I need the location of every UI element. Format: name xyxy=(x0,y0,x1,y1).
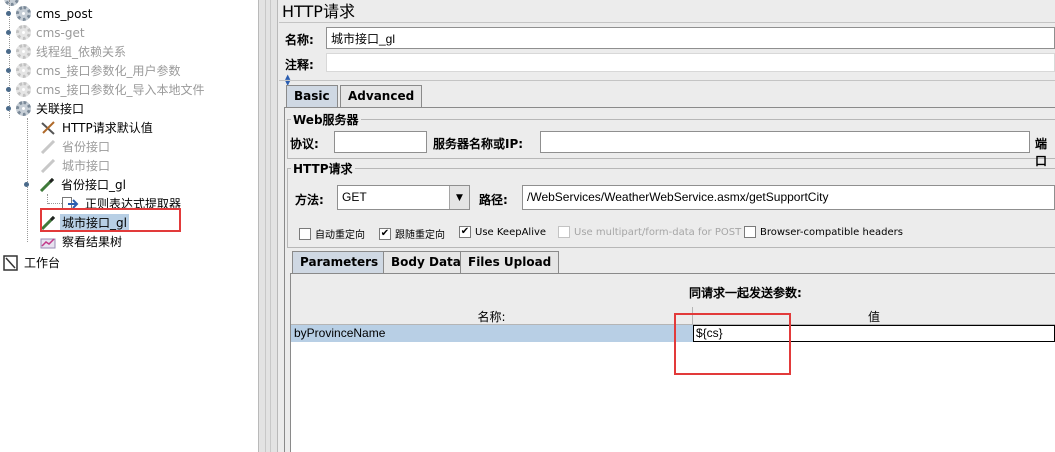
auto-redirect-checkbox[interactable]: 自动重定向 xyxy=(299,226,365,241)
tools-icon xyxy=(41,120,55,135)
checkbox-label: Browser-compatible headers xyxy=(760,226,903,238)
collapse-knob-icon[interactable] xyxy=(6,68,11,73)
tab-basic[interactable]: Basic xyxy=(286,85,338,107)
method-label: 方法: xyxy=(295,193,324,207)
parameters-caption: 同请求一起发送参数: xyxy=(689,286,802,300)
http-request-legend: HTTP请求 xyxy=(291,160,355,177)
tree-item-cms-get[interactable]: cms-get xyxy=(6,23,87,42)
gear-icon xyxy=(16,44,31,59)
tree-item-province-api[interactable]: 省份接口 xyxy=(40,137,112,156)
chart-icon xyxy=(40,237,56,248)
workbench-icon xyxy=(3,254,18,271)
expand-knob-icon[interactable] xyxy=(6,106,11,111)
tree-item-label: 城市接口 xyxy=(62,159,111,173)
page-title: HTTP请求 xyxy=(282,2,355,21)
tab-body-data[interactable]: Body Data xyxy=(383,251,469,273)
checkbox-box[interactable] xyxy=(744,226,756,238)
checkbox-box[interactable] xyxy=(299,227,311,240)
tree-item-cms-post[interactable]: cms_post xyxy=(6,4,94,23)
chevron-down-icon[interactable]: ▼ xyxy=(449,186,469,209)
value-annotation-box xyxy=(674,313,791,375)
checkbox-label: 自动重定向 xyxy=(315,230,365,241)
table-row-name-cell[interactable]: byProvinceName xyxy=(291,325,693,342)
tree-item-label: cms_接口参数化_用户参数 xyxy=(36,64,181,78)
tree-item-province-api-gl[interactable]: 省份接口_gl xyxy=(24,175,128,194)
selection-annotation-box xyxy=(40,208,181,232)
gear-icon xyxy=(16,6,31,21)
divider xyxy=(279,22,1055,23)
tree-item-label: cms-get xyxy=(36,25,85,40)
server-label: 服务器名称或IP: xyxy=(433,137,524,151)
collapse-knob-icon[interactable] xyxy=(6,11,11,16)
http-request-panel: HTTP请求 名称: 城市接口_gl 注释: ▲ ▼ Basic Advanced… xyxy=(279,0,1055,452)
name-field[interactable]: 城市接口_gl xyxy=(326,27,1055,49)
comment-label: 注释: xyxy=(285,58,314,72)
tree-item-label: 关联接口 xyxy=(36,102,85,116)
column-header-name[interactable]: 名称: xyxy=(291,307,693,325)
tree-item-label: 工作台 xyxy=(24,256,61,270)
tree-item-label: cms_post xyxy=(36,6,93,21)
protocol-field[interactable] xyxy=(334,131,427,153)
path-field[interactable]: /WebServices/WeatherWebService.asmx/getS… xyxy=(522,185,1055,210)
test-plan-tree[interactable]: cms_post cms-get 线程组_依赖关系 cms_接口参数化_用户参数… xyxy=(0,0,258,452)
checkbox-label: 跟随重定向 xyxy=(395,230,445,241)
tree-item-http-defaults[interactable]: HTTP请求默认值 xyxy=(40,118,155,137)
path-label: 路径: xyxy=(479,193,508,207)
tab-parameters[interactable]: Parameters xyxy=(292,251,387,273)
expand-knob-icon[interactable] xyxy=(24,182,29,187)
sampler-icon xyxy=(39,177,55,192)
tree-item-label: 线程组_依赖关系 xyxy=(36,45,127,59)
tree-item-label: 省份接口_gl xyxy=(61,178,126,192)
panel-splitter[interactable] xyxy=(258,0,278,452)
divider xyxy=(279,80,1055,81)
gear-icon xyxy=(16,82,31,97)
root-row-partial xyxy=(0,0,90,6)
gear-icon xyxy=(16,25,31,40)
collapse-knob-icon[interactable] xyxy=(6,87,11,92)
sampler-icon xyxy=(40,139,56,154)
collapse-knob-icon[interactable] xyxy=(6,49,11,54)
keepalive-checkbox[interactable]: ✔ Use KeepAlive xyxy=(459,226,546,238)
splitter-grip[interactable] xyxy=(265,0,271,452)
checkmark-icon[interactable]: ✔ xyxy=(459,226,471,238)
tree-item-label: HTTP请求默认值 xyxy=(62,121,153,135)
protocol-label: 协议: xyxy=(290,137,319,151)
tree-item-view-results[interactable]: 察看结果树 xyxy=(40,232,124,251)
tab-advanced[interactable]: Advanced xyxy=(340,85,423,107)
tree-item-city-api[interactable]: 城市接口 xyxy=(40,156,112,175)
tree-item-workbench[interactable]: 工作台 xyxy=(3,253,62,272)
gear-icon xyxy=(16,63,31,78)
tree-item-local-file-params[interactable]: cms_接口参数化_导入本地文件 xyxy=(6,80,207,99)
tree-item-dependency-group[interactable]: 线程组_依赖关系 xyxy=(6,42,128,61)
tree-item-label: 察看结果树 xyxy=(62,235,123,249)
follow-redirect-checkbox[interactable]: ✔ 跟随重定向 xyxy=(379,226,445,241)
gear-icon xyxy=(16,101,31,116)
tree-item-label: cms_接口参数化_导入本地文件 xyxy=(36,83,205,97)
name-label: 名称: xyxy=(285,33,314,47)
checkmark-icon[interactable]: ✔ xyxy=(379,227,391,240)
collapse-knob-icon[interactable] xyxy=(6,30,11,35)
browser-headers-checkbox[interactable]: Browser-compatible headers xyxy=(744,226,903,238)
web-server-legend: Web服务器 xyxy=(291,111,361,128)
port-label: 端口 xyxy=(1035,137,1048,168)
checkbox-label: Use KeepAlive xyxy=(475,226,547,238)
tree-item-correlation[interactable]: 关联接口 xyxy=(6,99,86,118)
sampler-icon xyxy=(40,158,56,173)
checkbox-box xyxy=(558,226,570,238)
tree-item-user-params[interactable]: cms_接口参数化_用户参数 xyxy=(6,61,183,80)
tree-item-label: 省份接口 xyxy=(62,140,111,154)
tab-files-upload[interactable]: Files Upload xyxy=(460,251,560,273)
server-field[interactable] xyxy=(540,131,1030,153)
checkbox-label: Use multipart/form-data for POST xyxy=(574,226,742,238)
multipart-checkbox: Use multipart/form-data for POST xyxy=(558,226,741,238)
comment-field[interactable] xyxy=(326,53,1055,72)
